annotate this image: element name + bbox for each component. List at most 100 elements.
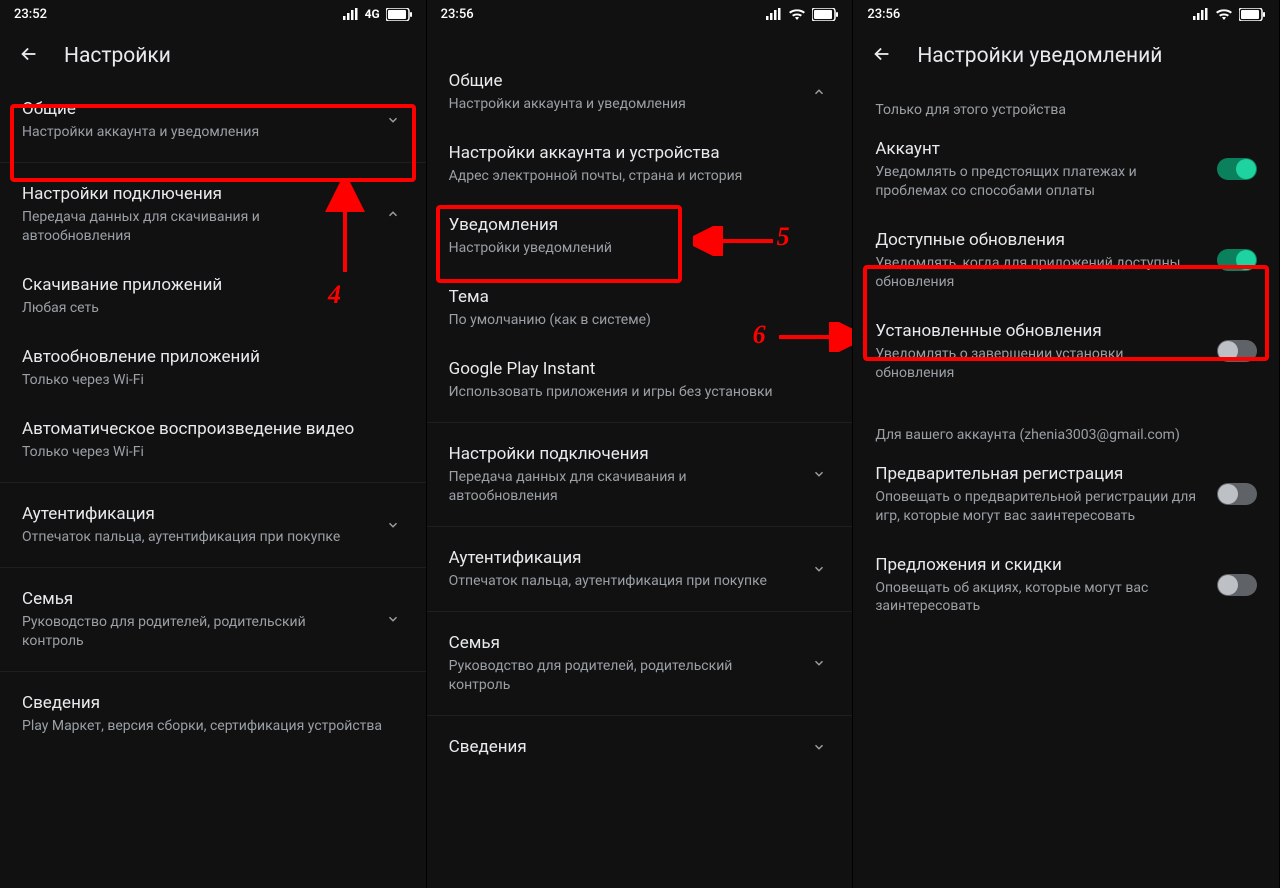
row-title: Аккаунт	[875, 138, 1205, 160]
row-title: Общие	[22, 98, 370, 120]
row-download[interactable]: Скачивание приложенийЛюбая сеть	[0, 260, 426, 332]
row-title: Уведомления	[449, 214, 831, 236]
row-sub: Отпечаток пальца, аутентификация при пок…	[22, 528, 370, 547]
row-title: Предварительная регистрация	[875, 463, 1205, 485]
toggle-switch[interactable]	[1217, 249, 1257, 271]
signal-icon	[1193, 8, 1209, 20]
row-notifications[interactable]: Уведомления Настройки уведомлений	[427, 200, 853, 272]
row-account-device[interactable]: Настройки аккаунта и устройства Адрес эле…	[427, 128, 853, 200]
row-auth[interactable]: Аутентификация Отпечаток пальца, аутентиф…	[427, 533, 853, 605]
row-instant[interactable]: Google Play Instant Использовать приложен…	[427, 344, 853, 416]
signal-icon	[343, 8, 359, 20]
row-sub: Руководство для родителей, родительский …	[22, 613, 370, 651]
row-sub: Отпечаток пальца, аутентификация при пок…	[449, 572, 797, 591]
chevron-up-icon	[808, 81, 830, 103]
row-title: Настройки аккаунта и устройства	[449, 142, 831, 164]
row-title: Установленные обновления	[875, 320, 1205, 342]
status-bar: 23:52 4G	[0, 0, 426, 28]
divider	[427, 611, 853, 612]
row-sub: Уведомлять о завершении установки обновл…	[875, 345, 1205, 383]
divider	[427, 422, 853, 423]
signal-icon	[766, 8, 782, 20]
section-note-account: Для вашего аккаунта (zhenia3003@gmail.co…	[853, 397, 1279, 449]
toggle-updates-available[interactable]: Доступные обновленияУведомлять, когда дл…	[853, 215, 1279, 306]
toggle-switch[interactable]	[1217, 483, 1257, 505]
chevron-up-icon	[382, 203, 404, 225]
row-title: Google Play Instant	[449, 358, 831, 380]
toggle-switch[interactable]	[1217, 158, 1257, 180]
row-sub: По умолчанию (как в системе)	[449, 311, 831, 330]
wifi-icon	[788, 8, 806, 21]
row-auth[interactable]: АутентификацияОтпечаток пальца, аутентиф…	[0, 489, 426, 561]
status-bar: 23:56	[427, 0, 853, 28]
row-title: Настройки подключения	[22, 183, 370, 205]
battery-icon	[386, 8, 412, 21]
row-network[interactable]: Настройки подключения Передача данных для…	[427, 429, 853, 520]
row-about[interactable]: СведенияPlay Маркет, версия сборки, серт…	[0, 678, 426, 750]
status-icons: 4G	[343, 7, 412, 21]
chevron-down-icon	[808, 652, 830, 674]
row-title: Сведения	[22, 692, 404, 714]
notification-settings-list: Только для этого устройства АккаунтУведо…	[853, 84, 1279, 650]
row-theme[interactable]: Тема По умолчанию (как в системе)	[427, 272, 853, 344]
row-title: Автоматическое воспроизведение видео	[22, 418, 404, 440]
row-sub: Оповещать о предварительной регистрации …	[875, 488, 1205, 526]
section-note-device: Только для этого устройства	[853, 84, 1279, 124]
wifi-icon	[1215, 8, 1233, 21]
row-general[interactable]: Общие Настройки аккаунта и уведомления	[0, 84, 426, 156]
divider	[0, 482, 426, 483]
row-title: Аутентификация	[449, 547, 797, 569]
row-sub: Передача данных для скачивания и автообн…	[22, 208, 370, 246]
row-title: Настройки подключения	[449, 443, 797, 465]
row-family[interactable]: СемьяРуководство для родителей, родитель…	[0, 574, 426, 665]
divider	[427, 526, 853, 527]
row-sub: Настройки уведомлений	[449, 239, 831, 258]
toggle-switch[interactable]	[1217, 574, 1257, 596]
row-autoplay[interactable]: Автоматическое воспроизведение видео Толь…	[0, 404, 426, 476]
row-about[interactable]: Сведения	[427, 722, 853, 772]
page-title: Настройки уведомлений	[917, 44, 1162, 68]
row-sub: Передача данных для скачивания и автообн…	[449, 468, 797, 506]
status-time: 23:56	[867, 7, 900, 22]
row-family[interactable]: СемьяРуководство для родителей, родитель…	[427, 618, 853, 709]
chevron-down-icon	[808, 463, 830, 485]
divider	[0, 671, 426, 672]
phone-screenshot-1: 23:52 4G Настройки Общие Настройки аккаун…	[0, 0, 427, 888]
settings-list: Общие Настройки аккаунта и уведомления На…	[0, 84, 426, 770]
toggle-account[interactable]: АккаунтУведомлять о предстоящих платежах…	[853, 124, 1279, 215]
row-sub: Оповещать об акциях, которые могут вас з…	[875, 579, 1205, 617]
divider	[0, 162, 426, 163]
row-title: Предложения и скидки	[875, 554, 1205, 576]
row-general[interactable]: ОбщиеНастройки аккаунта и уведомления	[427, 56, 853, 128]
row-autoupdate[interactable]: Автообновление приложенийТолько через Wi…	[0, 332, 426, 404]
toggle-updates-installed[interactable]: Установленные обновления Уведомлять о зав…	[853, 306, 1279, 397]
back-icon[interactable]	[871, 43, 893, 69]
row-title: Тема	[449, 286, 831, 308]
row-sub: Настройки аккаунта и уведомления	[449, 95, 797, 114]
divider	[427, 715, 853, 716]
row-sub: Уведомлять, когда для приложений доступн…	[875, 254, 1205, 292]
chevron-down-icon	[808, 558, 830, 580]
row-title: Семья	[449, 632, 797, 654]
row-title: Сведения	[449, 736, 797, 758]
status-icons	[766, 8, 838, 21]
chevron-down-icon	[808, 736, 830, 758]
row-sub: Только через Wi-Fi	[22, 371, 404, 390]
row-sub: Настройки аккаунта и уведомления	[22, 123, 370, 142]
toggle-switch[interactable]	[1217, 340, 1257, 362]
row-sub: Использовать приложения и игры без устан…	[449, 383, 831, 402]
divider	[0, 567, 426, 568]
row-sub: Любая сеть	[22, 299, 404, 318]
row-network[interactable]: Настройки подключения Передача данных для…	[0, 169, 426, 260]
toggle-deals[interactable]: Предложения и скидки Оповещать об акциях,…	[853, 540, 1279, 631]
status-time: 23:56	[441, 7, 474, 22]
status-bar: 23:56	[853, 0, 1279, 28]
phone-screenshot-3: 23:56 Настройки уведомлений Только для э…	[853, 0, 1280, 888]
chevron-down-icon	[382, 109, 404, 131]
page-title: Настройки	[64, 44, 171, 68]
back-icon[interactable]	[18, 43, 40, 69]
row-sub: Адрес электронной почты, страна и истори…	[449, 167, 831, 186]
row-sub: Только через Wi-Fi	[22, 443, 404, 462]
settings-list: ОбщиеНастройки аккаунта и уведомления На…	[427, 28, 853, 792]
toggle-prereg[interactable]: Предварительная регистрация Оповещать о п…	[853, 449, 1279, 540]
